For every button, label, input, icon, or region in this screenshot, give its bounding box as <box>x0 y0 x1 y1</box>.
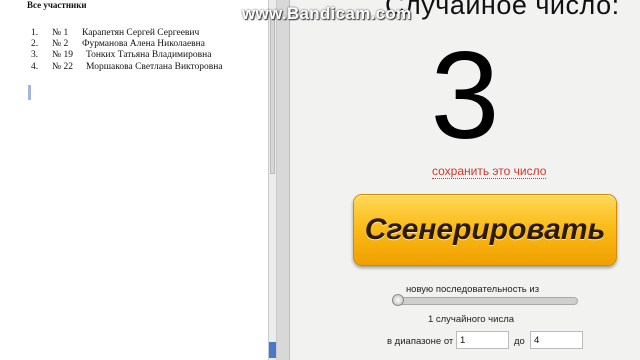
list-item: 1. № 1 Карапетян Сергей Сергеевич <box>27 28 223 39</box>
vertical-scrollbar[interactable] <box>268 0 277 360</box>
random-result: 3 <box>430 27 500 165</box>
list-index: 1. <box>31 28 39 38</box>
count-slider[interactable] <box>392 297 578 305</box>
participant-number: № 19 <box>52 50 73 61</box>
participant-name: Фурманова Алена Николаевна <box>82 39 205 50</box>
range-from-input[interactable] <box>456 331 509 349</box>
participant-number: № 22 <box>52 61 73 72</box>
participant-list: 1. № 1 Карапетян Сергей Сергеевич 2. № 2 Фур… <box>27 28 223 73</box>
list-item: 3. № 19 Тонких Татьяна Владимировна <box>27 50 223 61</box>
slider-handle[interactable] <box>392 294 404 306</box>
recording-watermark: www.Bandicam.com <box>242 4 412 23</box>
list-index: 3. <box>31 50 39 61</box>
range-to-input[interactable] <box>530 331 583 349</box>
sequence-label: новую последовательность из <box>405 284 540 295</box>
participant-name: Тонких Татьяна Владимировна <box>86 50 212 61</box>
list-index: 2. <box>31 39 39 50</box>
list-item: 2. № 2 Фурманова Алена Николаевна <box>27 39 223 50</box>
scroll-down-button[interactable] <box>269 342 276 358</box>
generate-button-label: Сгенерировать <box>364 213 606 246</box>
count-label: 1 случайного числа <box>427 314 515 325</box>
participant-number: № 2 <box>52 39 69 50</box>
page-title: Случайное число: <box>385 0 620 20</box>
participant-number: № 1 <box>52 28 69 38</box>
window-divider <box>277 0 290 360</box>
participant-name: Моршакова Светлана Викторовна <box>86 61 223 72</box>
range-to-label: до <box>514 336 525 347</box>
text-cursor <box>28 85 31 100</box>
document-pane: Все участники 1. № 1 Карапетян Сергей Серг… <box>0 0 268 360</box>
document-title: Все участники <box>27 0 87 10</box>
list-item: 4. № 22 Моршакова Светлана Викторовна <box>27 62 223 73</box>
scrollbar-thumb[interactable] <box>270 14 275 174</box>
random-generator-page: Случайное число: 3 сохранить это число С… <box>290 0 640 360</box>
generate-button[interactable]: Сгенерировать <box>353 194 617 266</box>
save-number-link[interactable]: сохранить это число <box>432 164 547 179</box>
participant-name: Карапетян Сергей Сергеевич <box>82 28 200 38</box>
list-index: 4. <box>31 61 39 72</box>
range-from-label: в диапазоне от <box>387 336 454 347</box>
